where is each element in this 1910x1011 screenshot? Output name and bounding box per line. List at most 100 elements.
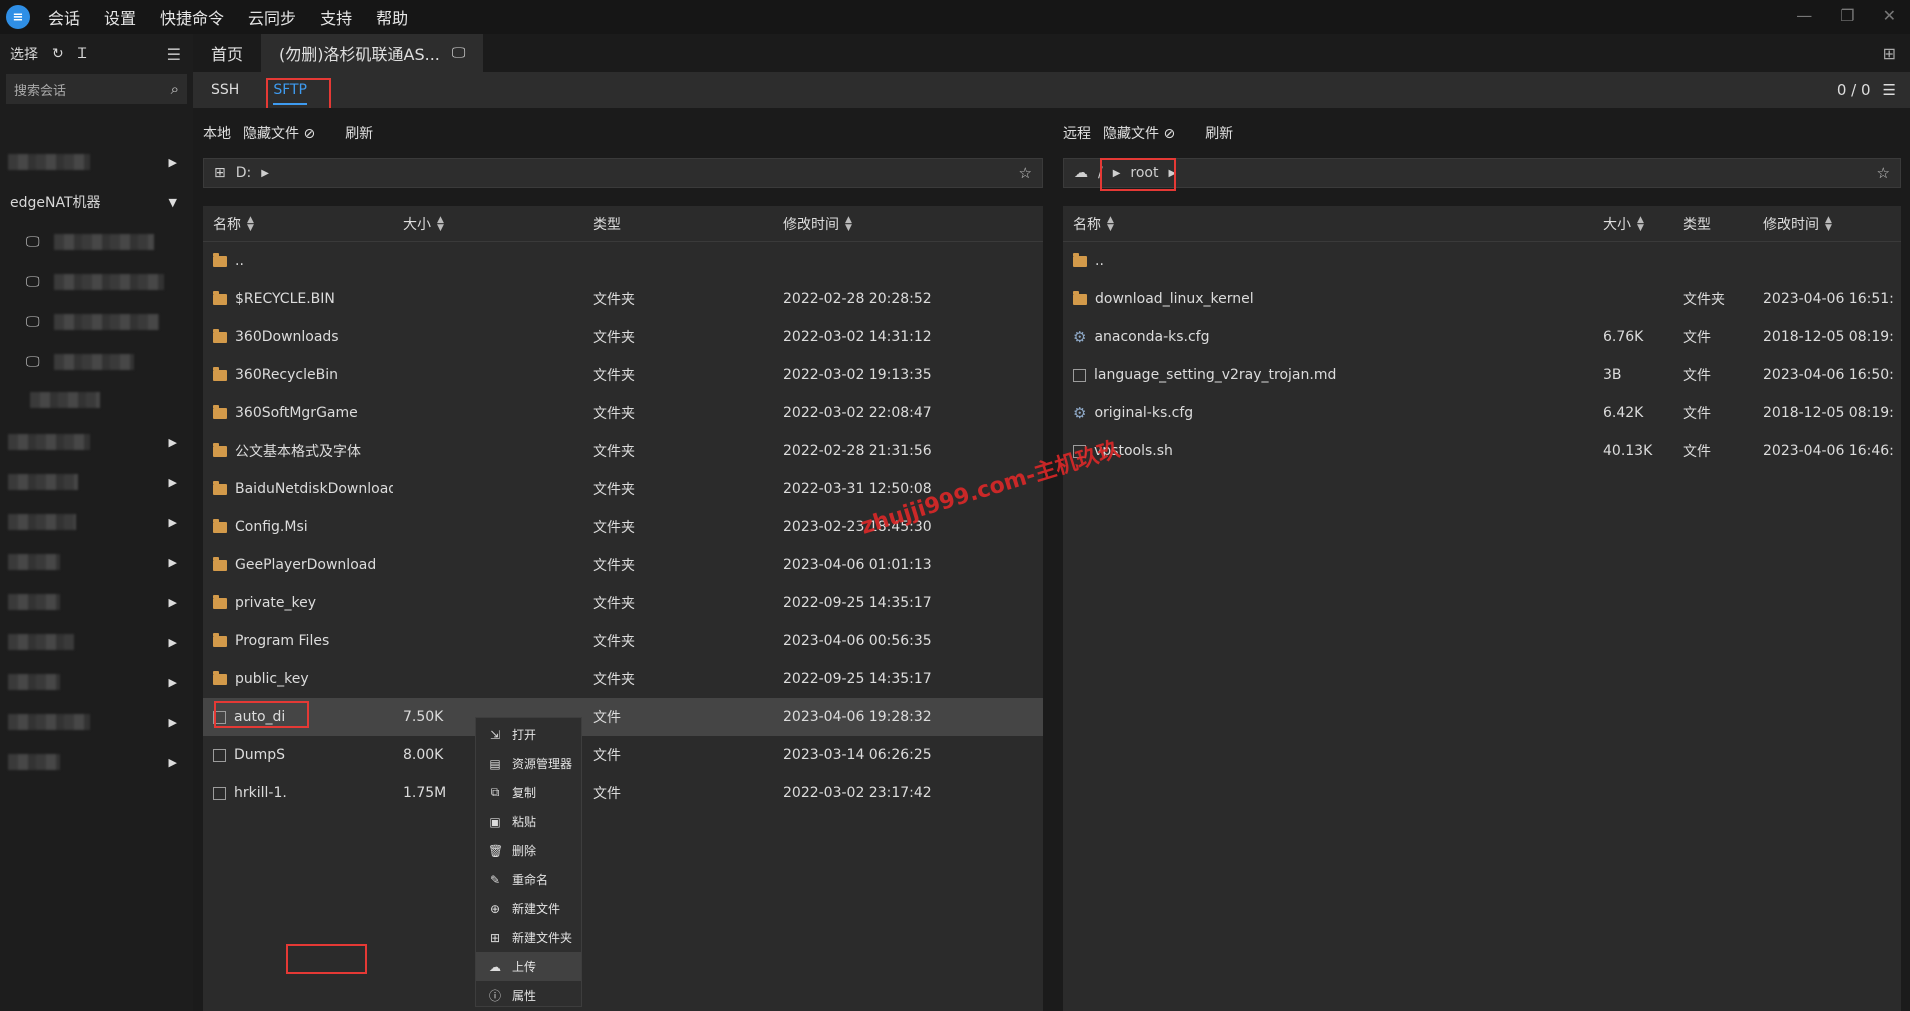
menu-help[interactable]: 帮助 bbox=[376, 5, 408, 29]
local-path-bar[interactable]: ⊞ D: ▶ ☆ bbox=[203, 158, 1043, 188]
select-label[interactable]: 选择 bbox=[10, 44, 38, 64]
tab-ssh[interactable]: SSH bbox=[211, 82, 239, 98]
file-row[interactable]: Config.Msi 文件夹 2023-02-23 18:45:30 bbox=[203, 508, 1043, 546]
toggle-hidden-files[interactable]: 隐藏文件 ⊘ bbox=[243, 123, 315, 143]
session-group[interactable]: ▶ bbox=[0, 546, 193, 578]
expand-arrow-icon[interactable]: ▶ bbox=[169, 596, 177, 609]
file-row[interactable]: language_setting_v2ray_trojan.md 3B 文件 2023… bbox=[1063, 356, 1901, 394]
file-row[interactable]: ⚙ anaconda-ks.cfg 6.76K 文件 2018-12-05 08:19:… bbox=[1063, 318, 1901, 356]
menu-cloud-sync[interactable]: 云同步 bbox=[248, 5, 296, 29]
bookmark-star-icon[interactable]: ☆ bbox=[1019, 164, 1032, 182]
session-item[interactable]: 🖵 bbox=[0, 266, 193, 298]
file-row[interactable]: 360Downloads 文件夹 2022-03-02 14:31:12 bbox=[203, 318, 1043, 356]
search-session-input[interactable]: 搜索会话 ⌕ bbox=[6, 74, 187, 104]
session-group[interactable]: ▶ bbox=[0, 666, 193, 698]
file-row[interactable]: Program Files 文件夹 2023-04-06 00:56:35 bbox=[203, 622, 1043, 660]
file-row[interactable]: DumpS 8.00K 文件 2023-03-14 06:26:25 bbox=[203, 736, 1043, 774]
restore-icon[interactable]: ❐ bbox=[1840, 6, 1854, 25]
col-type[interactable]: 类型 bbox=[1673, 214, 1753, 234]
menu-item-upload[interactable]: ☁ 上传 bbox=[476, 952, 581, 981]
session-group[interactable]: ▶ bbox=[0, 146, 193, 178]
session-group[interactable]: ▶ bbox=[0, 706, 193, 738]
session-group[interactable]: ▶ bbox=[0, 746, 193, 778]
file-row[interactable]: 360SoftMgrGame 文件夹 2022-03-02 22:08:47 bbox=[203, 394, 1043, 432]
menu-item-copy[interactable]: ⧉ 复制 bbox=[476, 778, 581, 807]
search-placeholder: 搜索会话 bbox=[14, 83, 67, 99]
expand-arrow-icon[interactable]: ▶ bbox=[169, 156, 177, 169]
remote-path-root[interactable]: / bbox=[1098, 165, 1103, 181]
close-icon[interactable]: ✕ bbox=[1883, 6, 1896, 25]
menu-session[interactable]: 会话 bbox=[48, 5, 80, 29]
col-modified[interactable]: 修改时间 ▲ ▼ bbox=[1753, 214, 1893, 234]
file-row[interactable]: vpstools.sh 40.13K 文件 2023-04-06 16:46:29 bbox=[1063, 432, 1901, 470]
file-row[interactable]: hrkill-1. 1.75M 文件 2022-03-02 23:17:42 bbox=[203, 774, 1043, 812]
expand-arrow-icon[interactable]: ▶ bbox=[169, 636, 177, 649]
col-size[interactable]: 大小 ▲ ▼ bbox=[393, 214, 583, 234]
text-cursor-icon[interactable]: Ꮖ bbox=[78, 46, 87, 62]
file-row[interactable]: private_key 文件夹 2022-09-25 14:35:17 bbox=[203, 584, 1043, 622]
session-item[interactable] bbox=[0, 384, 193, 416]
local-refresh-button[interactable]: 刷新 bbox=[345, 123, 373, 143]
col-type[interactable]: 类型 bbox=[583, 214, 773, 234]
menu-item-explorer[interactable]: ▤ 资源管理器 bbox=[476, 749, 581, 778]
menu-settings[interactable]: 设置 bbox=[104, 5, 136, 29]
collapse-sidebar-icon[interactable]: ☰ bbox=[167, 45, 181, 64]
expand-arrow-icon[interactable]: ▶ bbox=[169, 716, 177, 729]
col-size[interactable]: 大小 ▲ ▼ bbox=[1593, 214, 1673, 234]
remote-refresh-button[interactable]: 刷新 bbox=[1205, 123, 1233, 143]
bookmark-star-icon[interactable]: ☆ bbox=[1877, 164, 1890, 182]
col-modified[interactable]: 修改时间 ▲ ▼ bbox=[773, 214, 973, 234]
file-row[interactable]: auto_di 7.50K 文件 2023-04-06 19:28:32 bbox=[203, 698, 1043, 736]
file-row[interactable]: 公文基本格式及字体 文件夹 2022-02-28 21:31:56 bbox=[203, 432, 1043, 470]
menu-item-info[interactable]: ⓘ 属性 bbox=[476, 981, 581, 1010]
protocol-tabs: SSH SFTP 0 / 0 ☰ bbox=[193, 72, 1910, 108]
tab-home[interactable]: 首页 bbox=[193, 34, 261, 72]
remote-path-bar[interactable]: ☁ / ▶ root ▶ ☆ bbox=[1063, 158, 1901, 188]
file-row[interactable]: .. bbox=[203, 242, 1043, 280]
session-group[interactable]: ▶ bbox=[0, 586, 193, 618]
menu-item-new-file[interactable]: ⊕ 新建文件 bbox=[476, 894, 581, 923]
refresh-icon[interactable]: ↻ bbox=[52, 46, 64, 62]
expand-arrow-icon[interactable]: ▶ bbox=[169, 516, 177, 529]
menu-support[interactable]: 支持 bbox=[320, 5, 352, 29]
session-group[interactable]: ▶ bbox=[0, 626, 193, 658]
toggle-hidden-files[interactable]: 隐藏文件 ⊘ bbox=[1103, 123, 1175, 143]
menu-item-open[interactable]: ⇲ 打开 bbox=[476, 720, 581, 749]
menu-item-new-folder[interactable]: ⊞ 新建文件夹 bbox=[476, 923, 581, 952]
collapse-arrow-icon[interactable]: ▼ bbox=[169, 196, 177, 209]
minimize-icon[interactable]: — bbox=[1796, 6, 1812, 25]
session-item[interactable]: 🖵 bbox=[0, 306, 193, 338]
file-row[interactable]: download_linux_kernel 文件夹 2023-04-06 16:51… bbox=[1063, 280, 1901, 318]
tab-session[interactable]: (勿删)洛杉矶联通AS... 🖵 bbox=[261, 34, 484, 72]
search-icon[interactable]: ⌕ bbox=[171, 80, 179, 98]
menu-item-trash[interactable]: 🗑 删除 bbox=[476, 836, 581, 865]
col-name[interactable]: 名称 ▲ ▼ bbox=[203, 214, 393, 234]
session-group-edgenat[interactable]: edgeNAT机器 ▼ bbox=[0, 186, 193, 218]
file-row[interactable]: GeePlayerDownload 文件夹 2023-04-06 01:01:13 bbox=[203, 546, 1043, 584]
file-row[interactable]: public_key 文件夹 2022-09-25 14:35:17 bbox=[203, 660, 1043, 698]
menu-item-paste[interactable]: ▣ 粘贴 bbox=[476, 807, 581, 836]
split-layout-icon[interactable]: ⊞ bbox=[1883, 44, 1896, 63]
remote-path-dir[interactable]: root bbox=[1130, 165, 1158, 181]
file-row[interactable]: $RECYCLE.BIN 文件夹 2022-02-28 20:28:52 bbox=[203, 280, 1043, 318]
file-row[interactable]: ⚙ original-ks.cfg 6.42K 文件 2018-12-05 08:19:… bbox=[1063, 394, 1901, 432]
expand-arrow-icon[interactable]: ▶ bbox=[169, 556, 177, 569]
expand-arrow-icon[interactable]: ▶ bbox=[169, 756, 177, 769]
file-row[interactable]: .. bbox=[1063, 242, 1901, 280]
transfer-list-icon[interactable]: ☰ bbox=[1883, 81, 1896, 99]
session-group[interactable]: ▶ bbox=[0, 466, 193, 498]
expand-arrow-icon[interactable]: ▶ bbox=[169, 476, 177, 489]
expand-arrow-icon[interactable]: ▶ bbox=[169, 436, 177, 449]
col-name[interactable]: 名称 ▲ ▼ bbox=[1063, 214, 1593, 234]
file-row[interactable]: 360RecycleBin 文件夹 2022-03-02 19:13:35 bbox=[203, 356, 1043, 394]
menu-quick-commands[interactable]: 快捷命令 bbox=[160, 5, 224, 29]
file-row[interactable]: BaiduNetdiskDownload 文件夹 2022-03-31 12:50:… bbox=[203, 470, 1043, 508]
session-group[interactable]: ▶ bbox=[0, 506, 193, 538]
menu-item-rename[interactable]: ✎ 重命名 bbox=[476, 865, 581, 894]
tab-sftp[interactable]: SFTP bbox=[273, 82, 307, 105]
session-item[interactable]: 🖵 bbox=[0, 226, 193, 258]
local-path[interactable]: D: bbox=[236, 165, 252, 181]
session-item[interactable]: 🖵 bbox=[0, 346, 193, 378]
session-group[interactable]: ▶ bbox=[0, 426, 193, 458]
expand-arrow-icon[interactable]: ▶ bbox=[169, 676, 177, 689]
